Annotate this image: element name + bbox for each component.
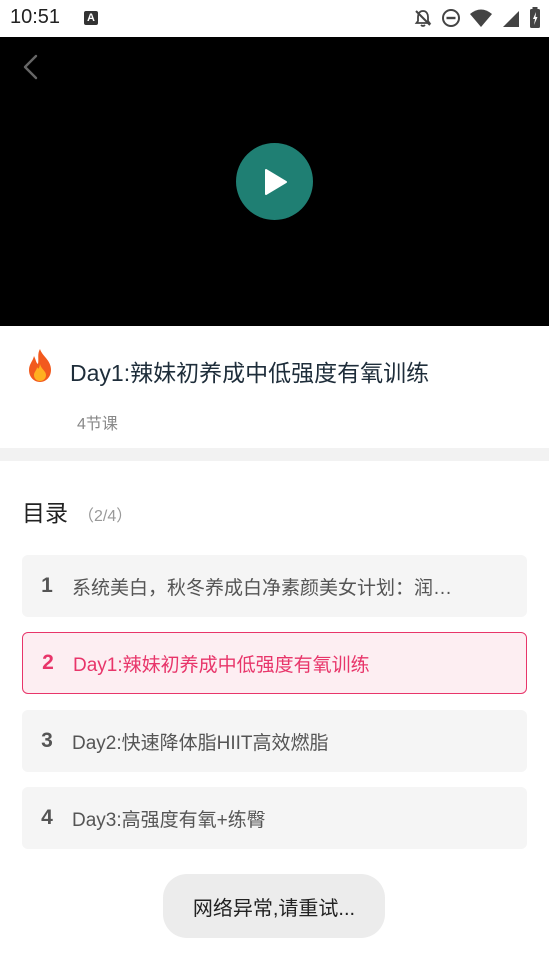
lesson-label: Day3:高强度有氧+练臀 — [72, 809, 266, 831]
play-button[interactable] — [236, 143, 313, 220]
lesson-number: 2 — [42, 651, 54, 674]
lesson-number: 3 — [41, 729, 53, 752]
toc-progress: （2/4） — [78, 508, 133, 525]
toc-title: 目录 — [22, 500, 68, 526]
lesson-number: 1 — [41, 574, 53, 597]
error-toast: 网络异常,请重试... — [163, 874, 385, 938]
lesson-label: Day2:快速降体脂HIIT高效燃脂 — [72, 732, 329, 754]
play-icon — [264, 168, 287, 195]
lesson-label: Day1:辣妹初养成中低强度有氧训练 — [73, 654, 370, 676]
chevron-left-icon — [23, 54, 38, 80]
lesson-count: 4节课 — [77, 416, 118, 433]
lesson-item[interactable]: 4 Day3:高强度有氧+练臀 — [22, 787, 527, 849]
course-title: Day1:辣妹初养成中低强度有氧训练 — [70, 360, 430, 386]
notifications-off-icon — [414, 10, 432, 27]
fire-icon — [29, 349, 51, 382]
lesson-number: 4 — [41, 806, 53, 829]
back-button[interactable] — [18, 53, 44, 81]
wifi-icon — [470, 9, 492, 27]
toc-header: 目录 （2/4） — [22, 494, 132, 528]
status-icons — [413, 7, 541, 29]
cell-signal-icon — [503, 11, 519, 27]
course-header: Day1:辣妹初养成中低强度有氧训练 4节课 — [0, 326, 549, 448]
section-divider — [0, 448, 549, 461]
battery-icon — [530, 7, 540, 28]
do-not-disturb-icon — [442, 9, 460, 27]
status-bar: 10:51 A — [0, 0, 549, 37]
lesson-item[interactable]: 3 Day2:快速降体脂HIIT高效燃脂 — [22, 710, 527, 772]
lesson-item[interactable]: 1 系统美白，秋冬养成白净素颜美女计划：润… — [22, 555, 527, 617]
notification-badge: A — [84, 11, 98, 25]
lesson-label: 系统美白，秋冬养成白净素颜美女计划：润… — [72, 577, 453, 599]
status-time: 10:51 — [10, 6, 61, 28]
video-player[interactable] — [0, 37, 549, 326]
lesson-item-active[interactable]: 2 Day1:辣妹初养成中低强度有氧训练 — [22, 632, 527, 694]
